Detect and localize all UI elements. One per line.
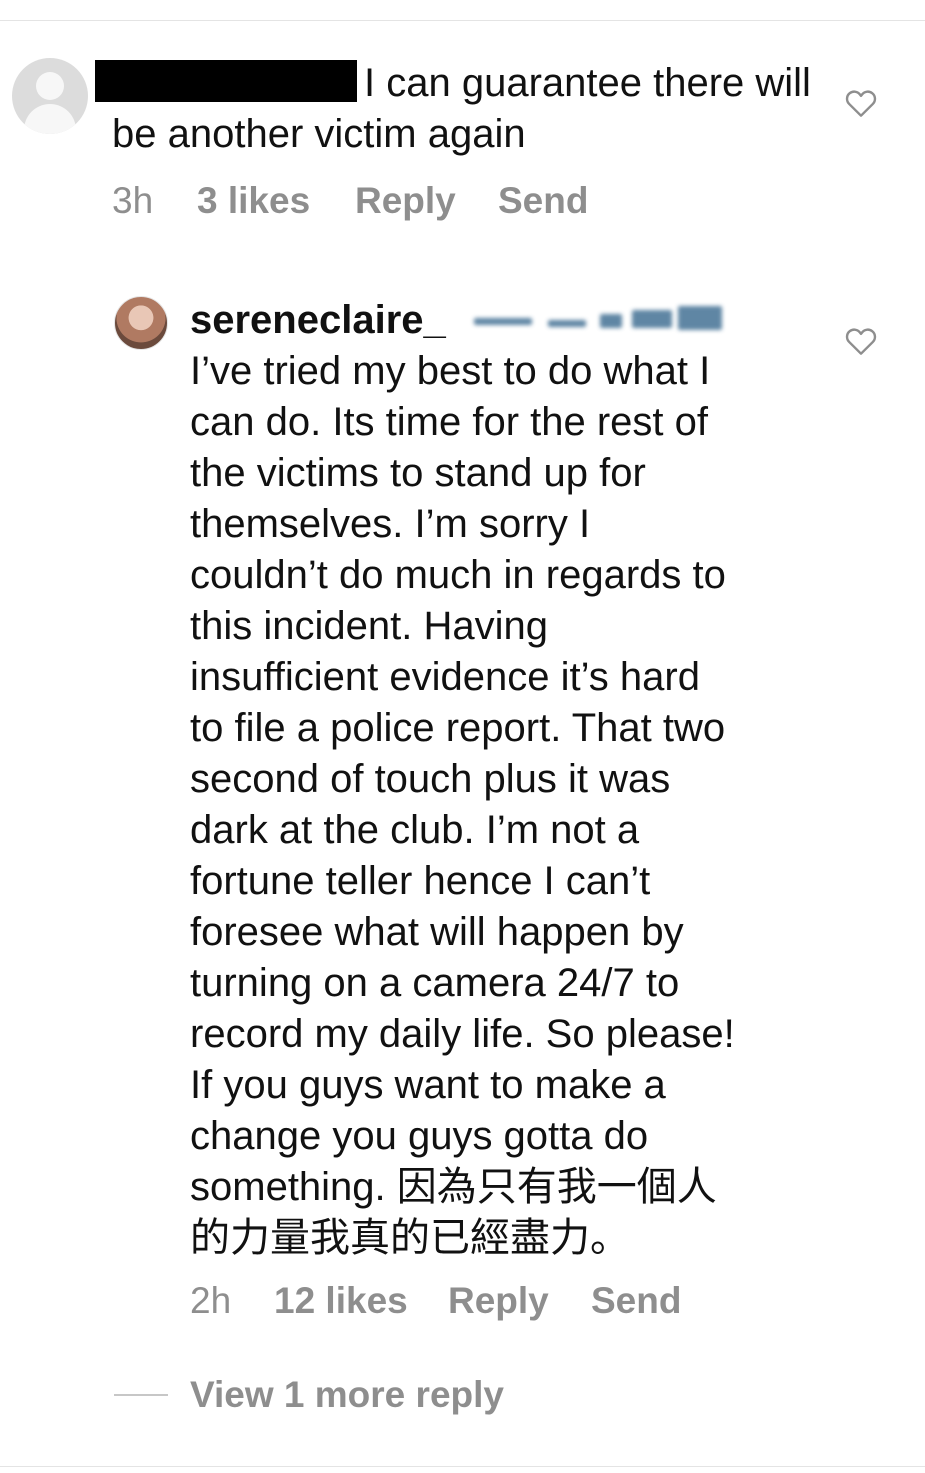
comment-2-reply-button[interactable]: Reply xyxy=(448,1280,549,1322)
comment-2-username[interactable]: sereneclaire_ xyxy=(190,296,446,344)
view-replies-line xyxy=(114,1394,168,1396)
bottom-divider xyxy=(0,1466,925,1467)
comment-line: couldn’t do much in regards to xyxy=(190,553,726,597)
comment-line: 的力量我真的已經盡力。 xyxy=(190,1216,630,1260)
comment-line: to file a police report. That two xyxy=(190,706,726,750)
comment-line: can do. Its time for the rest of xyxy=(190,400,709,444)
comment-1-meta: 3h 3 likes Reply Send xyxy=(112,180,612,224)
comment-2-likes[interactable]: 12 likes xyxy=(274,1280,408,1322)
blurred-handle xyxy=(474,300,730,340)
default-avatar-icon[interactable] xyxy=(12,58,88,134)
comment-line: themselves. I’m sorry I xyxy=(190,502,591,546)
comment-line: something. 因為只有我一個人 xyxy=(190,1165,717,1209)
comment-1-time: 3h xyxy=(112,180,154,221)
comment-1-reply-button[interactable]: Reply xyxy=(355,180,456,222)
comment-2-send-button[interactable]: Send xyxy=(591,1280,681,1322)
avatar-head xyxy=(36,72,64,100)
avatar-body xyxy=(24,104,76,134)
comment-2-text: I’ve tried my best to do what I can do. … xyxy=(190,346,810,1264)
comment-line: change you guys gotta do xyxy=(190,1114,649,1158)
comment-line: fortune teller hence I can’t xyxy=(190,859,651,903)
comment-line: second of touch plus it was xyxy=(190,757,671,801)
redacted-username xyxy=(95,60,357,102)
comment-line: I’ve tried my best to do what I xyxy=(190,349,711,393)
comment-line: dark at the club. I’m not a xyxy=(190,808,640,852)
avatar[interactable] xyxy=(114,296,168,350)
comment-2-meta: 2h 12 likes Reply Send xyxy=(190,1280,710,1324)
comment-2-time: 2h xyxy=(190,1280,232,1321)
comment-line: record my daily life. So please! xyxy=(190,1012,735,1056)
view-more-replies-button[interactable]: View 1 more reply xyxy=(190,1374,504,1416)
comment-line: foresee what will happen by xyxy=(190,910,684,954)
comment-1-likes[interactable]: 3 likes xyxy=(197,180,310,222)
heart-outline-icon[interactable] xyxy=(845,88,877,118)
comment-line: turning on a camera 24/7 to xyxy=(190,961,680,1005)
comment-line: this incident. Having xyxy=(190,604,548,648)
heart-outline-icon[interactable] xyxy=(845,326,877,356)
comment-line: If you guys want to make a xyxy=(190,1063,666,1107)
comment-line: insufficient evidence it’s hard xyxy=(190,655,700,699)
comment-1-send-button[interactable]: Send xyxy=(498,180,588,222)
comment-line: the victims to stand up for xyxy=(190,451,646,495)
top-divider xyxy=(0,20,925,21)
